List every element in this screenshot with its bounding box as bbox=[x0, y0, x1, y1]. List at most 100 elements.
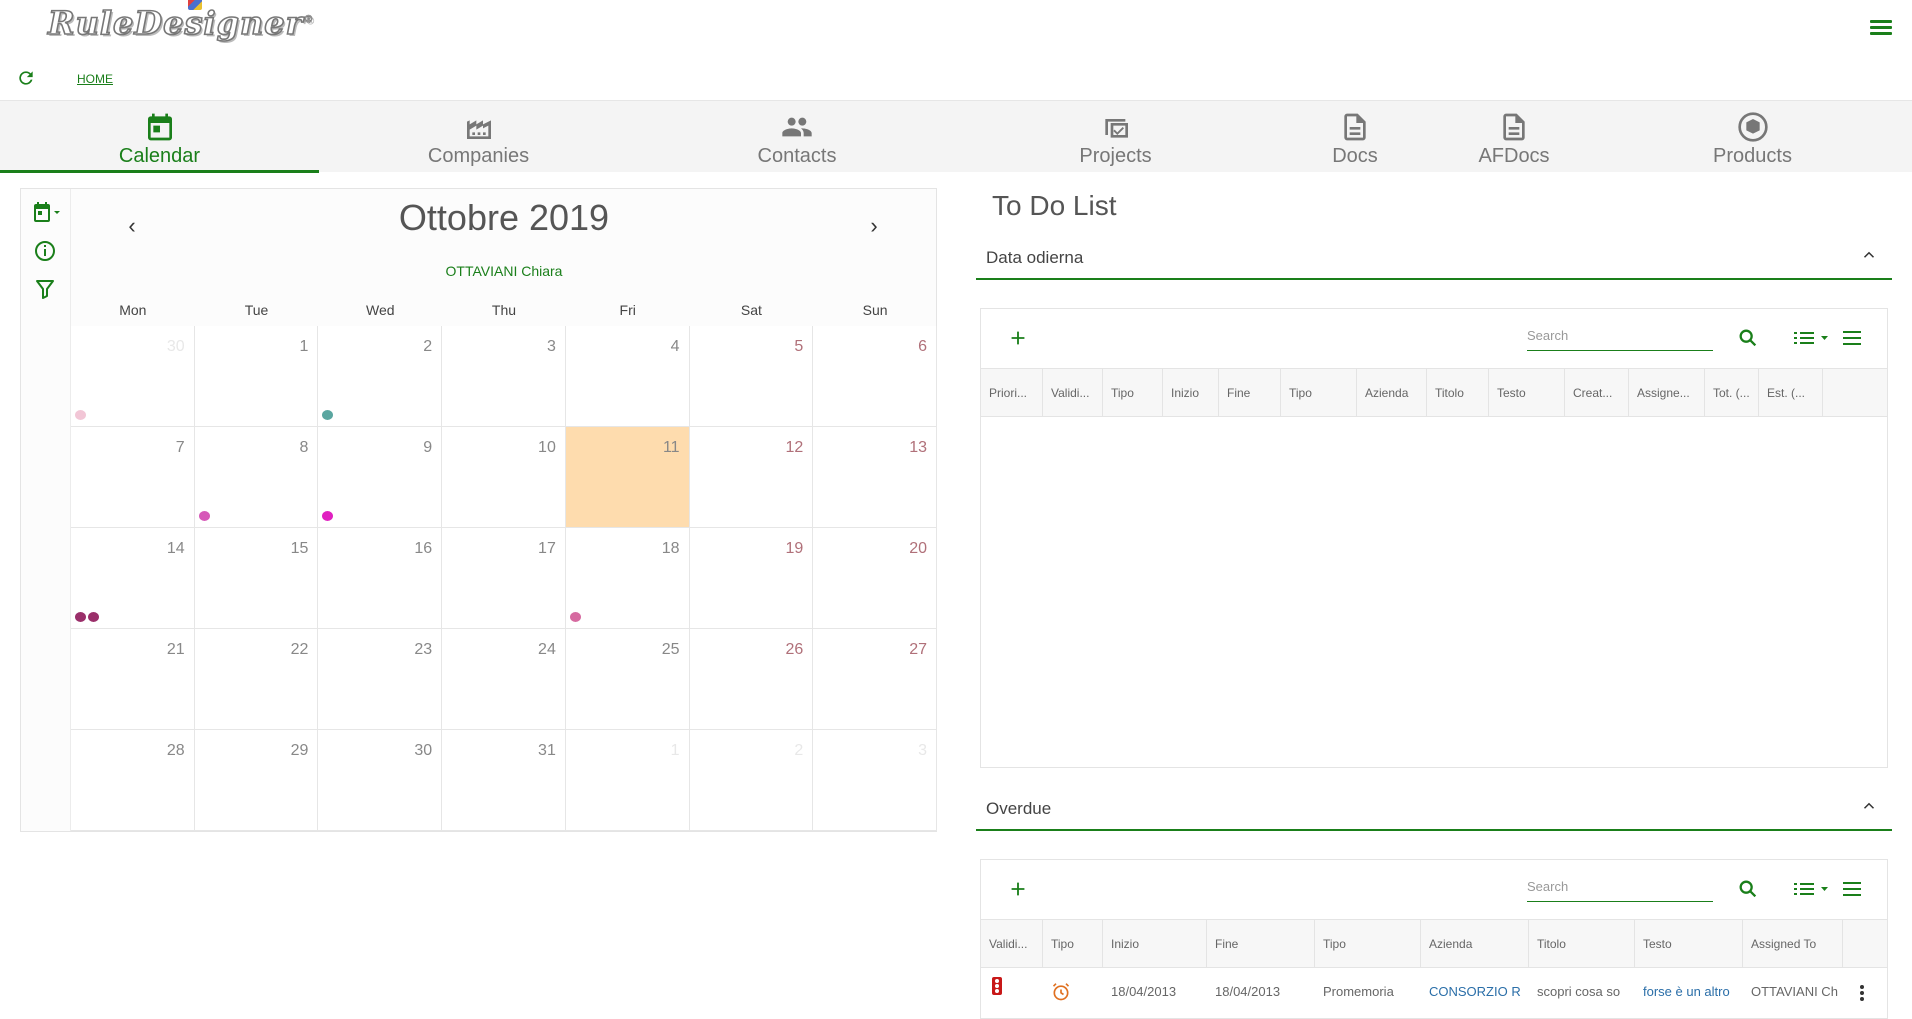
column-header[interactable]: Assigned To bbox=[1743, 920, 1843, 968]
column-header[interactable]: Est. (... bbox=[1759, 369, 1823, 417]
column-header[interactable]: Fine bbox=[1219, 369, 1281, 417]
chevron-up-icon[interactable] bbox=[1860, 246, 1878, 264]
tab-calendar[interactable]: Calendar bbox=[0, 101, 319, 173]
today-search-input[interactable] bbox=[1527, 321, 1713, 351]
tab-label: AFDocs bbox=[1478, 145, 1550, 167]
event-marker[interactable] bbox=[75, 410, 86, 420]
calendar-day-cell[interactable]: 11 bbox=[565, 427, 690, 528]
tab-companies[interactable]: Companies bbox=[319, 101, 638, 173]
day-number: 3 bbox=[918, 742, 927, 759]
logo-mark: ® bbox=[303, 14, 315, 26]
calendar-day-cell[interactable]: 9 bbox=[318, 427, 443, 528]
calendar-day-cell[interactable]: 19 bbox=[689, 528, 814, 629]
calendar-day-cell[interactable]: 1 bbox=[565, 730, 690, 831]
overdue-search-input[interactable] bbox=[1527, 872, 1713, 902]
calendar-day-cell[interactable]: 10 bbox=[442, 427, 566, 528]
tab-docs[interactable]: Docs bbox=[1275, 101, 1435, 173]
add-icon[interactable] bbox=[1007, 327, 1029, 349]
calendar-day-cell[interactable]: 2 bbox=[689, 730, 814, 831]
list-view-dropdown-icon[interactable] bbox=[1793, 329, 1831, 347]
calendar-day-cell[interactable]: 1 bbox=[194, 326, 319, 427]
calendar-day-cell[interactable]: 3 bbox=[813, 730, 937, 831]
calendar-day-cell[interactable]: 5 bbox=[689, 326, 814, 427]
chevron-up-icon[interactable] bbox=[1860, 797, 1878, 815]
column-header[interactable]: Validi... bbox=[981, 920, 1043, 968]
calendar-day-cell[interactable]: 7 bbox=[71, 427, 195, 528]
column-header[interactable]: Inizio bbox=[1163, 369, 1219, 417]
calendar-day-cell[interactable]: 22 bbox=[194, 629, 319, 730]
main-menu-icon[interactable] bbox=[1870, 18, 1892, 36]
column-header[interactable]: Priori... bbox=[981, 369, 1043, 417]
calendar-day-cell[interactable]: 4 bbox=[565, 326, 690, 427]
event-marker[interactable] bbox=[198, 511, 210, 521]
tab-contacts[interactable]: Contacts bbox=[638, 101, 956, 173]
column-header[interactable]: Tipo bbox=[1103, 369, 1163, 417]
logo[interactable]: RuleDesigner® bbox=[47, 3, 315, 43]
section-today-header[interactable]: Data odierna bbox=[976, 238, 1892, 280]
column-header[interactable]: Fine bbox=[1207, 920, 1315, 968]
column-header[interactable]: Tipo bbox=[1043, 920, 1103, 968]
column-header[interactable]: Validi... bbox=[1043, 369, 1103, 417]
calendar-day-cell[interactable]: 13 bbox=[813, 427, 937, 528]
event-marker[interactable] bbox=[322, 410, 334, 420]
calendar-day-cell[interactable]: 27 bbox=[813, 629, 937, 730]
list-view-dropdown-icon[interactable] bbox=[1793, 880, 1831, 898]
calendar-user[interactable]: OTTAVIANI Chiara bbox=[71, 263, 937, 279]
columns-menu-icon[interactable] bbox=[1841, 328, 1863, 348]
column-header[interactable]: Testo bbox=[1489, 369, 1565, 417]
calendar-day-cell[interactable]: 21 bbox=[71, 629, 195, 730]
tab-afdocs[interactable]: AFDocs bbox=[1435, 101, 1593, 173]
column-header[interactable]: Azienda bbox=[1357, 369, 1427, 417]
column-header[interactable]: Tipo bbox=[1315, 920, 1421, 968]
box-icon bbox=[1737, 112, 1768, 142]
next-month-button[interactable]: › bbox=[859, 211, 889, 241]
calendar-day-cell[interactable]: 8 bbox=[194, 427, 319, 528]
calendar-day-cell[interactable]: 24 bbox=[442, 629, 566, 730]
calendar-day-cell[interactable]: 3 bbox=[442, 326, 566, 427]
column-header[interactable]: Inizio bbox=[1103, 920, 1207, 968]
column-header[interactable]: Azienda bbox=[1421, 920, 1529, 968]
column-header[interactable]: Tipo bbox=[1281, 369, 1357, 417]
calendar-day-cell[interactable]: 29 bbox=[194, 730, 319, 831]
calendar-day-cell[interactable]: 31 bbox=[442, 730, 566, 831]
calendar-day-cell[interactable]: 18 bbox=[565, 528, 690, 629]
info-icon[interactable] bbox=[33, 239, 57, 263]
section-overdue-header[interactable]: Overdue bbox=[976, 789, 1892, 831]
calendar-day-cell[interactable]: 12 bbox=[689, 427, 814, 528]
calendar-day-cell[interactable]: 23 bbox=[318, 629, 443, 730]
column-header[interactable]: Tot. (... bbox=[1705, 369, 1759, 417]
breadcrumb-home[interactable]: HOME bbox=[77, 72, 113, 86]
calendar-day-cell[interactable]: 20 bbox=[813, 528, 937, 629]
calendar-day-cell[interactable]: 26 bbox=[689, 629, 814, 730]
event-marker[interactable] bbox=[322, 511, 334, 521]
event-marker[interactable] bbox=[88, 612, 99, 622]
calendar-day-cell[interactable]: 30 bbox=[71, 326, 195, 427]
refresh-icon[interactable] bbox=[16, 68, 36, 88]
search-icon[interactable] bbox=[1737, 327, 1759, 349]
column-header[interactable]: Assigne... bbox=[1629, 369, 1705, 417]
event-marker[interactable] bbox=[75, 612, 86, 622]
column-header[interactable]: Titolo bbox=[1427, 369, 1489, 417]
calendar-day-cell[interactable]: 2 bbox=[318, 326, 443, 427]
calendar-day-cell[interactable]: 6 bbox=[813, 326, 937, 427]
filter-icon[interactable] bbox=[33, 277, 57, 301]
calendar-day-cell[interactable]: 25 bbox=[565, 629, 690, 730]
people-icon bbox=[782, 117, 812, 137]
calendar-day-cell[interactable]: 16 bbox=[318, 528, 443, 629]
event-marker[interactable] bbox=[569, 612, 581, 622]
tab-products[interactable]: Products bbox=[1593, 101, 1912, 173]
columns-menu-icon[interactable] bbox=[1841, 879, 1863, 899]
calendar-day-cell[interactable]: 30 bbox=[318, 730, 443, 831]
day-number: 17 bbox=[538, 540, 556, 557]
calendar-day-cell[interactable]: 15 bbox=[194, 528, 319, 629]
calendar-day-cell[interactable]: 17 bbox=[442, 528, 566, 629]
add-icon[interactable] bbox=[1007, 878, 1029, 900]
column-header[interactable]: Titolo bbox=[1529, 920, 1635, 968]
calendar-view-dropdown[interactable] bbox=[33, 201, 61, 225]
search-icon[interactable] bbox=[1737, 878, 1759, 900]
tab-projects[interactable]: Projects bbox=[956, 101, 1275, 173]
calendar-day-cell[interactable]: 14 bbox=[71, 528, 195, 629]
calendar-day-cell[interactable]: 28 bbox=[71, 730, 195, 831]
column-header[interactable]: Testo bbox=[1635, 920, 1743, 968]
column-header[interactable]: Creat... bbox=[1565, 369, 1629, 417]
